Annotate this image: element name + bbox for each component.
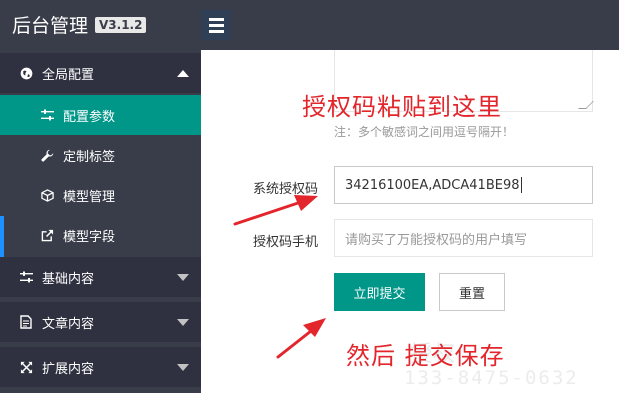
- license-code-input[interactable]: 34216100EA,ADCA41BE98: [334, 166, 593, 204]
- submit-button[interactable]: 立即提交: [334, 273, 425, 311]
- brand[interactable]: 后台管理 V3.1.2: [12, 11, 147, 38]
- chevron-down-icon: [177, 364, 189, 371]
- sidebar-group-label: 扩展内容: [42, 361, 95, 377]
- license-code-label: 系统授权码: [252, 182, 318, 197]
- license-phone-input[interactable]: 请购买了万能授权码的用户填写: [334, 219, 593, 257]
- license-phone-placeholder: 请购买了万能授权码的用户填写: [345, 232, 528, 248]
- sliders-icon: [19, 270, 33, 284]
- sidebar-item-label: 配置参数: [63, 109, 116, 125]
- sidebar: 全局配置 配置参数 定制标签 模型管理 模型字段 基础内容 文章内容 扩展内容: [0, 50, 201, 393]
- cube-icon: [40, 188, 54, 202]
- sliders-icon: [40, 108, 54, 122]
- sidebar-group-article-content[interactable]: 文章内容: [0, 302, 201, 342]
- sidebar-group-label: 全局配置: [42, 67, 95, 83]
- file-icon: [19, 315, 33, 329]
- annotation-then-save: 然后 提交保存: [346, 342, 505, 370]
- sidebar-group-global-config[interactable]: 全局配置: [0, 53, 201, 93]
- sidebar-item-label: 定制标签: [63, 149, 116, 165]
- sidebar-item-label: 模型管理: [63, 189, 116, 205]
- sidebar-item-model-fields[interactable]: 模型字段: [0, 215, 201, 255]
- annotation-paste-here: 授权码粘贴到这里: [302, 93, 502, 121]
- resize-handle[interactable]: [578, 101, 594, 109]
- license-phone-label: 授权码手机: [252, 235, 318, 250]
- sidebar-item-model-management[interactable]: 模型管理: [0, 175, 201, 215]
- sidebar-item-config-params[interactable]: 配置参数: [0, 95, 201, 135]
- sidebar-group-label: 文章内容: [42, 316, 95, 332]
- license-code-value: 34216100EA,ADCA41BE98: [345, 177, 520, 193]
- textarea-note: 注：多个敏感词之间用逗号隔开！: [334, 125, 515, 139]
- globe-icon: [19, 66, 33, 80]
- text-caret: [520, 177, 522, 193]
- wrench-icon: [40, 148, 54, 162]
- sidebar-group-label: 基础内容: [42, 271, 95, 287]
- reset-button[interactable]: 重置: [439, 273, 505, 311]
- external-link-icon: [40, 228, 54, 242]
- sidebar-item-label: 模型字段: [63, 229, 116, 245]
- sidebar-group-extended-content[interactable]: 扩展内容: [0, 347, 201, 387]
- version-badge: V3.1.2: [95, 16, 147, 33]
- top-bar: 后台管理 V3.1.2: [0, 0, 619, 50]
- expand-icon: [19, 360, 33, 374]
- sidebar-group-basic-content[interactable]: 基础内容: [0, 257, 201, 297]
- brand-title: 后台管理: [12, 15, 89, 37]
- sidebar-item-custom-tags[interactable]: 定制标签: [0, 135, 201, 175]
- chevron-down-icon: [177, 274, 189, 281]
- chevron-up-icon: [177, 70, 189, 77]
- hamburger-icon[interactable]: [201, 10, 231, 40]
- chevron-down-icon: [177, 319, 189, 326]
